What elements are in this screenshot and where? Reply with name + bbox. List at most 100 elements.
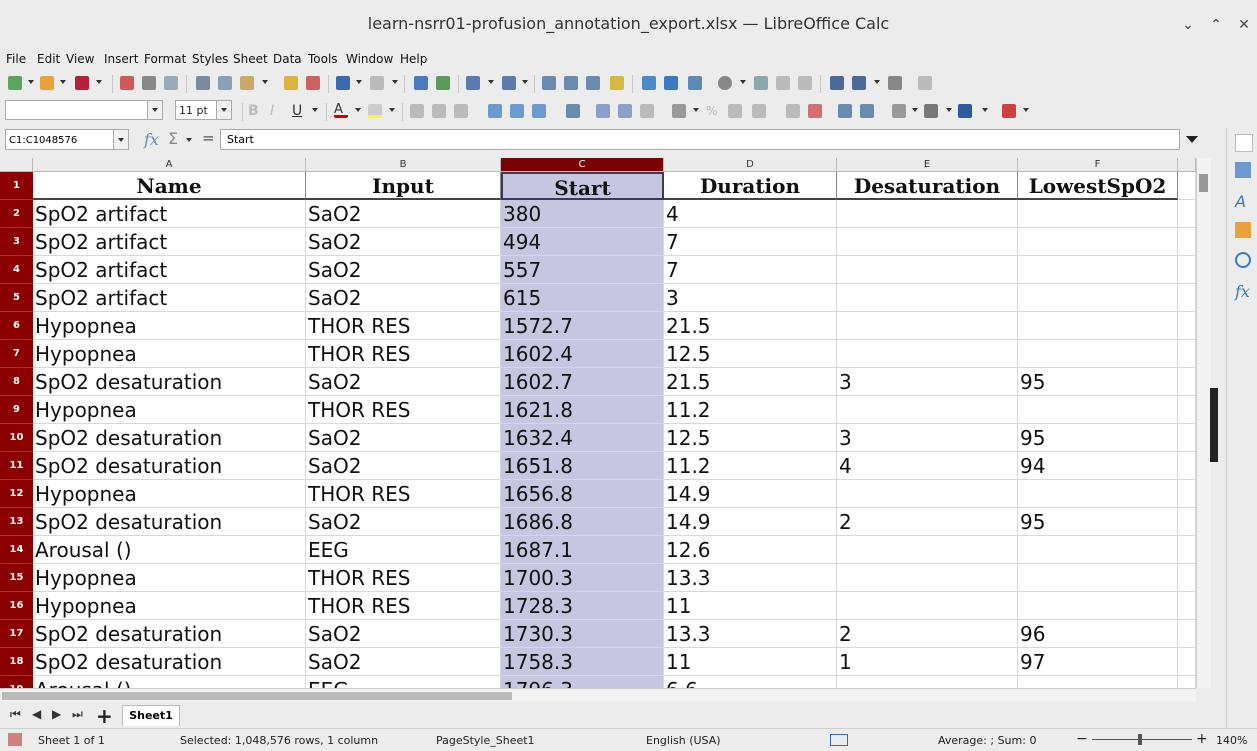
vertical-scrollbar[interactable] (1196, 158, 1211, 688)
table-cell[interactable]: 2 (837, 508, 1018, 536)
clone-formatting-icon[interactable] (284, 76, 298, 90)
table-cell[interactable] (1178, 508, 1196, 536)
date-format-icon[interactable] (752, 104, 766, 118)
table-cell[interactable] (1178, 648, 1196, 676)
table-cell[interactable]: 1602.7 (501, 368, 664, 396)
menu-styles[interactable]: Styles (192, 52, 228, 66)
table-cell[interactable]: 557 (501, 256, 664, 284)
print-icon[interactable] (142, 76, 156, 90)
menu-insert[interactable]: Insert (104, 52, 138, 66)
row-header[interactable]: 12 (0, 480, 33, 508)
open-folder-icon[interactable] (40, 76, 54, 90)
column-icon[interactable] (502, 76, 516, 90)
merge-cells-icon[interactable] (618, 104, 632, 118)
row-header[interactable]: 6 (0, 312, 33, 340)
border-style-icon[interactable] (924, 104, 938, 118)
table-cell[interactable]: 4 (837, 452, 1018, 480)
font-size-box[interactable]: 11 pt (175, 100, 232, 120)
zoom-slider[interactable] (1092, 739, 1192, 740)
menu-format[interactable]: Format (144, 52, 186, 66)
row-header[interactable]: 19 (0, 676, 33, 688)
table-cell[interactable]: 1621.8 (501, 396, 664, 424)
table-cell[interactable]: Hypopnea (33, 592, 306, 620)
column-header-c[interactable]: C (501, 158, 664, 172)
table-cell[interactable]: Hypopnea (33, 340, 306, 368)
header-cell[interactable]: Name (33, 172, 306, 200)
print-preview-icon[interactable] (164, 76, 178, 90)
decimal-icon[interactable] (728, 104, 742, 118)
sidebar-menu-icon[interactable] (1235, 134, 1253, 152)
chevron-down-icon[interactable] (312, 108, 318, 112)
border-color-icon[interactable] (958, 104, 972, 118)
font-name-dropdown[interactable] (147, 101, 162, 119)
selection-mode-icon[interactable] (830, 734, 848, 746)
chevron-down-icon[interactable] (356, 80, 362, 84)
table-cell[interactable] (837, 676, 1018, 688)
table-cell[interactable] (1178, 480, 1196, 508)
table-cell[interactable]: 3 (837, 368, 1018, 396)
table-cell[interactable]: 95 (1018, 508, 1178, 536)
table-cell[interactable]: 21.5 (664, 368, 837, 396)
table-cell[interactable]: 1700.3 (501, 564, 664, 592)
language-status[interactable]: English (USA) (646, 734, 721, 747)
table-cell[interactable]: 21.5 (664, 312, 837, 340)
table-cell[interactable]: 6.6 (664, 676, 837, 688)
row-header[interactable]: 1 (0, 172, 33, 200)
table-cell[interactable]: SaO2 (306, 284, 501, 312)
table-cell[interactable] (1178, 368, 1196, 396)
chevron-down-icon[interactable] (28, 80, 34, 84)
row-header[interactable]: 9 (0, 396, 33, 424)
row-header[interactable]: 15 (0, 564, 33, 592)
function-wizard-icon[interactable]: fx (144, 130, 159, 149)
header-cell[interactable]: Duration (664, 172, 837, 200)
freeze-rows-icon[interactable] (852, 76, 866, 90)
table-cell[interactable] (1018, 340, 1178, 368)
table-cell[interactable]: 13.3 (664, 620, 837, 648)
table-cell[interactable] (1018, 564, 1178, 592)
table-cell[interactable] (1018, 676, 1178, 688)
table-cell[interactable]: 14.9 (664, 480, 837, 508)
conditional-format-icon[interactable] (1002, 104, 1016, 118)
add-sheet-icon[interactable]: + (96, 704, 113, 728)
chevron-down-icon[interactable] (874, 80, 880, 84)
table-cell[interactable]: 1651.8 (501, 452, 664, 480)
table-cell[interactable]: SaO2 (306, 228, 501, 256)
merge-center-icon[interactable] (596, 104, 610, 118)
table-cell[interactable]: 7 (664, 228, 837, 256)
chevron-down-icon[interactable] (488, 80, 494, 84)
table-cell[interactable] (1178, 592, 1196, 620)
formula-equals-icon[interactable]: = (202, 129, 215, 147)
table-cell[interactable]: 14.9 (664, 508, 837, 536)
table-cell[interactable]: 94 (1018, 452, 1178, 480)
table-cell[interactable]: SpO2 artifact (33, 228, 306, 256)
row-header[interactable]: 5 (0, 284, 33, 312)
autofilter-icon[interactable] (610, 76, 624, 90)
table-cell[interactable]: 7 (664, 256, 837, 284)
gallery-icon[interactable] (1235, 222, 1251, 238)
table-cell[interactable] (1018, 312, 1178, 340)
table-cell[interactable]: 1632.4 (501, 424, 664, 452)
horizontal-scrollbar[interactable] (0, 688, 1196, 703)
underline-icon[interactable]: U (292, 104, 306, 118)
table-cell[interactable]: 12.5 (664, 340, 837, 368)
table-cell[interactable] (1018, 592, 1178, 620)
percent-icon[interactable]: % (706, 104, 720, 118)
column-header-a[interactable]: A (33, 158, 306, 172)
table-cell[interactable]: SaO2 (306, 200, 501, 228)
table-cell[interactable] (1178, 284, 1196, 312)
header-cell[interactable]: LowestSpO2 (1018, 172, 1178, 200)
show-draw-functions-icon[interactable] (918, 76, 932, 90)
pivot-table-icon[interactable] (688, 76, 702, 90)
menu-file[interactable]: File (6, 52, 26, 66)
column-header-d[interactable]: D (664, 158, 837, 172)
table-cell[interactable] (1178, 564, 1196, 592)
table-cell[interactable] (1178, 676, 1196, 688)
font-color-icon[interactable]: A (334, 103, 348, 118)
table-cell[interactable]: 97 (1018, 648, 1178, 676)
menu-sheet[interactable]: Sheet (233, 52, 268, 66)
table-cell[interactable]: 494 (501, 228, 664, 256)
table-cell[interactable] (1018, 396, 1178, 424)
zoom-out-icon[interactable]: − (1076, 731, 1088, 747)
spelling-icon[interactable] (436, 76, 450, 90)
sort-ascending-icon[interactable] (564, 76, 578, 90)
